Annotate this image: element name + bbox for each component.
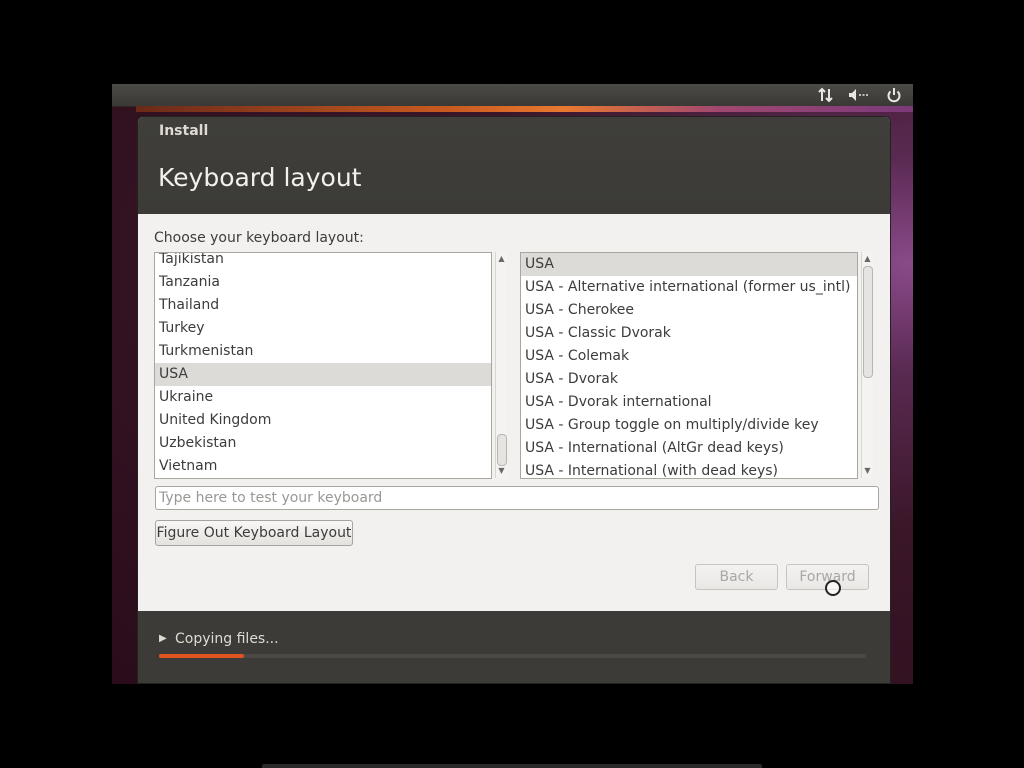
variant-list-item[interactable]: USA - International (AltGr dead keys) bbox=[521, 437, 857, 460]
variant-list-item[interactable]: USA - Dvorak international bbox=[521, 391, 857, 414]
layout-list[interactable]: Tajikistan Tanzania Thailand Turkey Turkmeni… bbox=[154, 252, 492, 479]
progress-fill bbox=[159, 654, 244, 658]
scroll-thumb[interactable] bbox=[497, 434, 507, 466]
expander-arrow-icon[interactable]: ▶ bbox=[159, 633, 167, 644]
network-icon[interactable] bbox=[817, 87, 835, 103]
top-panel bbox=[112, 84, 913, 107]
variant-list-scrollbar[interactable]: ▲ ▼ bbox=[861, 252, 873, 478]
back-button[interactable]: Back bbox=[695, 564, 778, 590]
figure-out-layout-button[interactable]: Figure Out Keyboard Layout bbox=[155, 520, 353, 546]
variant-list-item[interactable]: USA - Group toggle on multiply/divide ke… bbox=[521, 414, 857, 437]
variant-list-item[interactable]: USA - International (with dead keys) bbox=[521, 460, 857, 478]
layout-list-scrollbar[interactable]: ▲ ▼ bbox=[495, 252, 507, 478]
scroll-up-arrow-icon[interactable]: ▲ bbox=[496, 254, 507, 263]
variant-list-item[interactable]: USA - Cherokee bbox=[521, 299, 857, 322]
variant-list-item[interactable]: USA - Classic Dvorak bbox=[521, 322, 857, 345]
content-area: Choose your keyboard layout: Tajikistan T… bbox=[138, 214, 890, 611]
screen-edge bbox=[262, 764, 762, 768]
power-icon[interactable] bbox=[885, 87, 903, 103]
choose-layout-label: Choose your keyboard layout: bbox=[154, 230, 364, 246]
keyboard-test-input[interactable] bbox=[155, 486, 879, 510]
progress-bar bbox=[159, 654, 866, 658]
volume-icon[interactable] bbox=[847, 87, 869, 103]
scroll-down-arrow-icon[interactable]: ▼ bbox=[862, 466, 873, 475]
layout-list-item[interactable]: Turkey bbox=[155, 317, 491, 340]
mouse-cursor-icon bbox=[825, 580, 841, 596]
layout-list-item[interactable]: Tajikistan bbox=[155, 253, 491, 271]
window-title: Install bbox=[159, 123, 209, 139]
layout-list-item[interactable]: Vietnam bbox=[155, 455, 491, 478]
install-window: Install Keyboard layout Choose your keyb… bbox=[137, 116, 891, 684]
window-header: Install Keyboard layout bbox=[138, 117, 890, 214]
layout-list-item[interactable]: Turkmenistan bbox=[155, 340, 491, 363]
progress-status[interactable]: Copying files... bbox=[175, 631, 279, 647]
variant-list[interactable]: USA USA - Alternative international (form… bbox=[520, 252, 858, 479]
layout-list-item[interactable]: Thailand bbox=[155, 294, 491, 317]
variant-list-item[interactable]: USA bbox=[521, 253, 857, 276]
layout-list-item[interactable]: USA bbox=[155, 363, 491, 386]
footer: ▶ Copying files... bbox=[138, 611, 890, 683]
page-title: Keyboard layout bbox=[158, 163, 362, 192]
layout-list-item[interactable]: Uzbekistan bbox=[155, 432, 491, 455]
wallpaper-accent bbox=[136, 106, 913, 112]
variant-list-item[interactable]: USA - Dvorak bbox=[521, 368, 857, 391]
layout-list-item[interactable]: United Kingdom bbox=[155, 409, 491, 432]
scroll-thumb[interactable] bbox=[863, 266, 873, 378]
scroll-up-arrow-icon[interactable]: ▲ bbox=[862, 254, 873, 263]
variant-list-item[interactable]: USA - Colemak bbox=[521, 345, 857, 368]
layout-list-item[interactable]: Ukraine bbox=[155, 386, 491, 409]
layout-list-item[interactable]: Tanzania bbox=[155, 271, 491, 294]
variant-list-item[interactable]: USA - Alternative international (former … bbox=[521, 276, 857, 299]
scroll-down-arrow-icon[interactable]: ▼ bbox=[496, 466, 507, 475]
